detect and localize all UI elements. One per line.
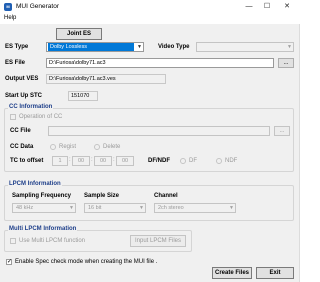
tc-minutes-input[interactable]: 00 [72, 156, 90, 166]
tc-hours-input[interactable]: 1 [52, 156, 68, 166]
regist-radio[interactable] [50, 144, 56, 150]
menu-bar: Help [0, 14, 300, 24]
output-ves-value: D:\Furiosa\dolby71.ac3.ves [46, 74, 166, 84]
start-stc-label: Start Up STC [5, 93, 43, 99]
delete-radio[interactable] [94, 144, 100, 150]
chevron-down-icon: ▼ [139, 205, 144, 211]
chevron-down-icon: ▼ [69, 205, 74, 211]
df-label: DF [189, 158, 197, 164]
ndf-radio[interactable] [216, 158, 222, 164]
video-type-select[interactable]: ▼ [196, 42, 294, 52]
ndf-label: NDF [225, 158, 238, 164]
app-logo-icon: M [4, 3, 12, 11]
use-multi-lpcm-checkbox[interactable] [10, 238, 16, 244]
tc-separator: : [69, 157, 71, 163]
tc-seconds-input[interactable]: 00 [94, 156, 112, 166]
cc-file-browse-button[interactable]: ... [274, 126, 290, 136]
exit-button[interactable]: Exit [256, 267, 294, 279]
regist-label: Regist [59, 144, 77, 150]
cc-data-label: CC Data [10, 144, 34, 150]
sampling-frequency-select[interactable]: 48 kHz ▼ [12, 203, 76, 213]
chevron-down-icon: ▼ [287, 44, 292, 50]
maximize-button[interactable]: ☐ [258, 1, 276, 13]
joint-es-button[interactable]: Joint ES [56, 28, 102, 40]
cc-file-input[interactable] [48, 126, 270, 136]
input-lpcm-files-button[interactable]: Input LPCM Files [130, 235, 186, 247]
tc-separator: : [91, 157, 93, 163]
tc-separator: : [113, 157, 115, 163]
channel-label: Channel [154, 193, 178, 199]
spec-check-checkbox[interactable] [6, 258, 12, 265]
lpcm-information-title: LPCM Information [8, 181, 62, 187]
es-file-label: ES File [5, 60, 26, 66]
mui-generator-window: M MUI Generator — ☐ ✕ Help Joint ES ES T… [0, 0, 300, 282]
df-ndf-label: DF/NDF [148, 158, 170, 164]
channel-value: 2ch stereo [158, 205, 184, 211]
df-radio[interactable] [180, 158, 186, 164]
operation-cc-checkbox[interactable] [10, 114, 16, 120]
operation-cc-label: Operation of CC [19, 114, 63, 120]
video-type-value [198, 43, 202, 51]
es-type-label: ES Type [5, 44, 29, 50]
cc-information-title: CC Information [8, 104, 54, 110]
output-ves-label: Output VES [5, 76, 39, 82]
window-title: MUI Generator [16, 3, 59, 10]
video-type-label: Video Type [158, 44, 190, 50]
sampling-frequency-value: 48 kHz [16, 205, 34, 211]
start-stc-value: 151070 [68, 91, 98, 101]
title-bar: M MUI Generator — ☐ ✕ [0, 0, 300, 14]
channel-select[interactable]: 2ch stereo ▼ [154, 203, 236, 213]
cc-file-label: CC File [10, 128, 31, 134]
sample-size-select[interactable]: 16 bit ▼ [84, 203, 146, 213]
es-file-input[interactable]: D:\Furiosa\dolby71.ac3 [46, 58, 274, 68]
tc-offset-label: TC to offset [10, 158, 44, 164]
use-multi-lpcm-label: Use Multi LPCM function [19, 238, 86, 244]
sample-size-value: 16 bit [88, 205, 102, 211]
multi-lpcm-information-title: Multi LPCM Information [8, 226, 78, 232]
minimize-button[interactable]: — [240, 1, 258, 13]
es-type-value: Dolby Lossless [48, 43, 134, 51]
chevron-down-icon: ▼ [137, 44, 142, 50]
create-files-button[interactable]: Create Files [212, 267, 252, 279]
sampling-frequency-label: Sampling Frequency [12, 193, 72, 199]
tc-frames-input[interactable]: 00 [116, 156, 134, 166]
close-button[interactable]: ✕ [278, 1, 296, 13]
menu-help[interactable]: Help [4, 15, 16, 21]
spec-check-label: Enable Spec check mode when creating the… [15, 259, 158, 265]
chevron-down-icon: ▼ [229, 205, 234, 211]
es-type-select[interactable]: Dolby Lossless ▼ [46, 42, 144, 52]
sample-size-label: Sample Size [84, 193, 120, 199]
es-file-browse-button[interactable]: ... [278, 58, 294, 68]
delete-label: Delete [103, 144, 121, 150]
